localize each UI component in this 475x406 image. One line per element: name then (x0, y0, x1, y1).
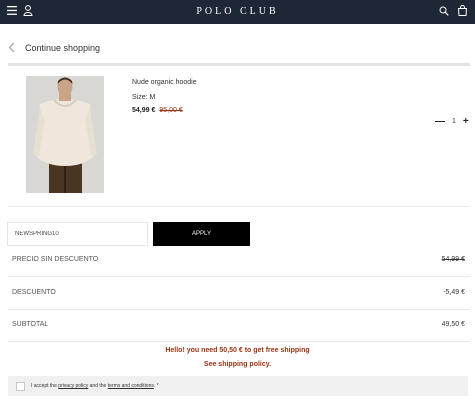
terms-and-conditions-link[interactable]: terms and conditions (108, 383, 154, 389)
divider (8, 341, 470, 342)
privacy-policy-link[interactable]: privacy policy (58, 383, 88, 389)
summary-row-subtotal-before-discount: PRECIO SIN DESCUENTO 54,99 € (12, 256, 465, 263)
summary-label: PRECIO SIN DESCUENTO (12, 256, 99, 263)
summary-label: DESCUENTO (12, 289, 56, 296)
current-price: 54,99 € (132, 107, 156, 114)
product-size: Size: M (132, 94, 156, 101)
free-shipping-message: Hello! you need 50,50 € to get free ship… (165, 347, 310, 354)
product-image[interactable] (26, 76, 104, 193)
top-navigation-bar: POLO CLUB (0, 0, 475, 24)
apply-coupon-button[interactable]: APPLY (153, 222, 250, 246)
increase-quantity-button[interactable]: + (463, 116, 469, 127)
product-price: 54,99 € 95,00 € (132, 107, 183, 114)
section-divider (8, 63, 470, 66)
terms-prefix: I accept the (31, 383, 57, 389)
decrease-quantity-button[interactable]: — (435, 116, 445, 127)
search-icon[interactable] (439, 6, 449, 16)
continue-shopping-label: Continue shopping (25, 42, 101, 53)
summary-row-discount: DESCUENTO -5,49 € (12, 289, 465, 296)
shipping-policy-link[interactable]: See shipping policy. (0, 361, 475, 368)
divider (8, 206, 470, 207)
divider (8, 309, 470, 310)
chevron-left-icon (8, 42, 15, 53)
quantity-stepper: — 1 + (435, 116, 469, 127)
summary-value: 49,50 € (441, 321, 465, 328)
coupon-code-input[interactable] (7, 222, 148, 246)
terms-suffix: . * (153, 383, 159, 389)
terms-acceptance: I accept the privacy policy and the term… (8, 376, 468, 396)
continue-shopping-link[interactable]: Continue shopping (8, 42, 100, 53)
summary-value: -5,49 € (443, 289, 465, 296)
shopping-bag-icon[interactable] (457, 5, 468, 16)
quantity-value: 1 (452, 118, 456, 125)
summary-label: SUBTOTAL (12, 321, 49, 328)
terms-checkbox[interactable] (16, 381, 25, 391)
product-name[interactable]: Nude organic hoodie (132, 79, 197, 86)
summary-row-subtotal: SUBTOTAL 49,50 € (12, 321, 465, 328)
brand-logo[interactable]: POLO CLUB (0, 6, 475, 17)
original-price: 95,00 € (159, 107, 183, 114)
terms-and: and the (89, 383, 107, 389)
summary-value: 54,99 € (441, 256, 465, 263)
divider (8, 276, 470, 277)
